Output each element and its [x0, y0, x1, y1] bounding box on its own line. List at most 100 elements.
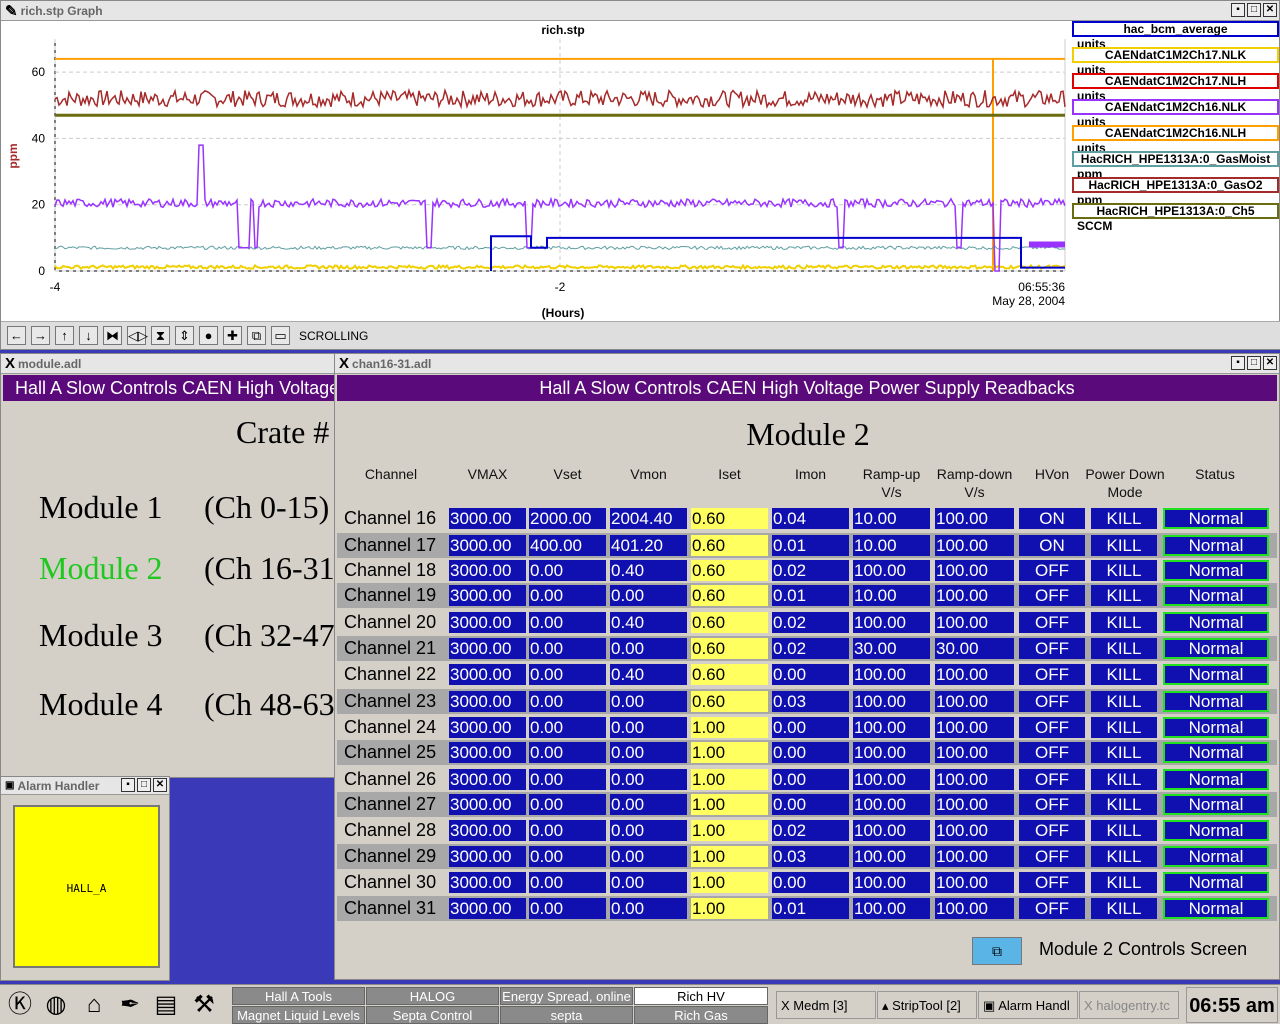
launcher-button[interactable]: Hall A Tools — [232, 987, 365, 1005]
power-down-mode-cell[interactable]: KILL — [1091, 846, 1157, 867]
reset-icon[interactable]: ✚ — [223, 326, 242, 345]
legend-entry[interactable]: CAENdatC1M2Ch16.NLH — [1072, 125, 1279, 141]
iset-cell[interactable]: 1.00 — [691, 717, 768, 738]
strip-chart-plot[interactable]: rich.stp ppm 60 40 20 0 -4 -2 (Hours) 06:55:3… — [1, 21, 1071, 321]
launcher-button[interactable]: Magnet Liquid Levels — [232, 1006, 365, 1024]
hvon-cell[interactable]: OFF — [1019, 717, 1085, 738]
iset-cell[interactable]: 1.00 — [691, 769, 768, 790]
scroll-left-icon[interactable]: ← — [7, 326, 26, 345]
minimize-icon[interactable]: ▪ — [121, 778, 135, 792]
iset-cell[interactable]: 1.00 — [691, 846, 768, 867]
power-down-mode-cell[interactable]: KILL — [1091, 742, 1157, 763]
iset-cell[interactable]: 1.00 — [691, 820, 768, 841]
iset-cell[interactable]: 0.60 — [691, 664, 768, 685]
status-cell[interactable]: Normal — [1163, 769, 1269, 790]
hvon-cell[interactable]: ON — [1019, 508, 1085, 529]
toolbox-icon[interactable]: ⚒ — [188, 989, 220, 1021]
iset-cell[interactable]: 1.00 — [691, 872, 768, 893]
minimize-icon[interactable]: ▪ — [1231, 3, 1245, 17]
power-down-mode-cell[interactable]: KILL — [1091, 794, 1157, 815]
power-down-mode-cell[interactable]: KILL — [1091, 638, 1157, 659]
status-cell[interactable]: Normal — [1163, 717, 1269, 738]
zoom-in-x-icon[interactable]: ⧓ — [103, 326, 122, 345]
iset-cell[interactable]: 0.60 — [691, 638, 768, 659]
module-2-link[interactable]: Module 2 (Ch 16-31) — [39, 550, 345, 587]
legend-entry[interactable]: CAENdatC1M2Ch17.NLK — [1072, 47, 1279, 63]
iset-cell[interactable]: 0.60 — [691, 535, 768, 556]
status-cell[interactable]: Normal — [1163, 535, 1269, 556]
iset-cell[interactable]: 0.60 — [691, 585, 768, 606]
close-icon[interactable]: ✕ — [153, 778, 167, 792]
power-down-mode-cell[interactable]: KILL — [1091, 820, 1157, 841]
file-manager-icon[interactable]: ⌂ — [78, 989, 110, 1021]
hvon-cell[interactable]: OFF — [1019, 846, 1085, 867]
hall-a-alarm-button[interactable]: HALL_A — [13, 805, 160, 968]
status-cell[interactable]: Normal — [1163, 820, 1269, 841]
hvon-cell[interactable]: ON — [1019, 535, 1085, 556]
task-striptool[interactable]: ▴ StripTool [2] — [877, 991, 977, 1019]
power-down-mode-cell[interactable]: KILL — [1091, 535, 1157, 556]
status-cell[interactable]: Normal — [1163, 898, 1269, 919]
module-3-link[interactable]: Module 3 (Ch 32-47) — [39, 617, 345, 654]
editor-icon[interactable]: ✒ — [114, 989, 146, 1021]
power-down-mode-cell[interactable]: KILL — [1091, 508, 1157, 529]
power-down-mode-cell[interactable]: KILL — [1091, 717, 1157, 738]
status-cell[interactable]: Normal — [1163, 794, 1269, 815]
legend-entry[interactable]: hac_bcm_average — [1072, 21, 1279, 37]
chan-titlebar[interactable]: X chan16-31.adl ▪ □ ✕ — [335, 354, 1279, 374]
auto-scale-icon[interactable]: ● — [199, 326, 218, 345]
iset-cell[interactable]: 0.60 — [691, 612, 768, 633]
pan-icon[interactable]: ⧉ — [247, 326, 266, 345]
launcher-button[interactable]: Rich Gas — [634, 1006, 768, 1024]
power-down-mode-cell[interactable]: KILL — [1091, 898, 1157, 919]
kde-menu-icon[interactable]: Ⓚ — [4, 989, 36, 1021]
module-1-link[interactable]: Module 1 (Ch 0-15) — [39, 489, 329, 526]
status-cell[interactable]: Normal — [1163, 742, 1269, 763]
launcher-button[interactable]: Energy Spread, online — [500, 987, 633, 1005]
power-down-mode-cell[interactable]: KILL — [1091, 560, 1157, 581]
terminal-icon[interactable]: ▤ — [150, 989, 182, 1021]
module-4-link[interactable]: Module 4 (Ch 48-63) — [39, 686, 345, 723]
scroll-down-icon[interactable]: ↓ — [79, 326, 98, 345]
module-controls-button[interactable]: ⧉ — [972, 937, 1022, 965]
hvon-cell[interactable]: OFF — [1019, 585, 1085, 606]
graph-titlebar[interactable]: ✎ rich.stp Graph ▪ □ ✕ — [1, 1, 1279, 21]
hvon-cell[interactable]: OFF — [1019, 664, 1085, 685]
legend-entry[interactable]: CAENdatC1M2Ch16.NLK — [1072, 99, 1279, 115]
task-halogentry[interactable]: X halogentry.tc — [1079, 991, 1179, 1019]
legend-entry[interactable]: HacRICH_HPE1313A:0_GasMoist — [1072, 151, 1279, 167]
maximize-icon[interactable]: □ — [1247, 356, 1261, 370]
hvon-cell[interactable]: OFF — [1019, 612, 1085, 633]
close-icon[interactable]: ✕ — [1263, 356, 1277, 370]
hvon-cell[interactable]: OFF — [1019, 769, 1085, 790]
status-cell[interactable]: Normal — [1163, 846, 1269, 867]
status-cell[interactable]: Normal — [1163, 691, 1269, 712]
status-cell[interactable]: Normal — [1163, 612, 1269, 633]
hvon-cell[interactable]: OFF — [1019, 872, 1085, 893]
iset-cell[interactable]: 0.60 — [691, 691, 768, 712]
maximize-icon[interactable]: □ — [1247, 3, 1261, 17]
power-down-mode-cell[interactable]: KILL — [1091, 691, 1157, 712]
hvon-cell[interactable]: OFF — [1019, 898, 1085, 919]
task-alarm-handler[interactable]: ▣ Alarm Handl — [978, 991, 1078, 1019]
status-cell[interactable]: Normal — [1163, 560, 1269, 581]
minimize-icon[interactable]: ▪ — [1231, 356, 1245, 370]
hvon-cell[interactable]: OFF — [1019, 691, 1085, 712]
legend-entry[interactable]: HacRICH_HPE1313A:0_GasO2 — [1072, 177, 1279, 193]
hvon-cell[interactable]: OFF — [1019, 794, 1085, 815]
power-down-mode-cell[interactable]: KILL — [1091, 769, 1157, 790]
legend-entry[interactable]: HacRICH_HPE1313A:0_Ch5 — [1072, 203, 1279, 219]
power-down-mode-cell[interactable]: KILL — [1091, 612, 1157, 633]
print-icon[interactable]: ▭ — [271, 326, 290, 345]
iset-cell[interactable]: 1.00 — [691, 898, 768, 919]
hvon-cell[interactable]: OFF — [1019, 560, 1085, 581]
module-titlebar[interactable]: X module.adl — [1, 354, 334, 374]
status-cell[interactable]: Normal — [1163, 638, 1269, 659]
launcher-button[interactable]: HALOG — [366, 987, 499, 1005]
maximize-icon[interactable]: □ — [137, 778, 151, 792]
scroll-right-icon[interactable]: → — [31, 326, 50, 345]
launcher-button[interactable]: Septa Control — [366, 1006, 499, 1024]
iset-cell[interactable]: 1.00 — [691, 794, 768, 815]
power-down-mode-cell[interactable]: KILL — [1091, 872, 1157, 893]
iset-cell[interactable]: 0.60 — [691, 508, 768, 529]
